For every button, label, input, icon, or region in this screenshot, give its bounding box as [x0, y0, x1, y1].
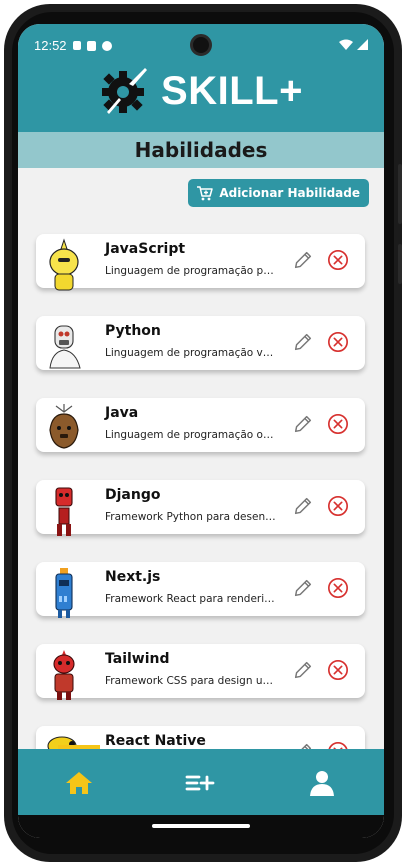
skill-card[interactable]: Java Linguagem de programação orientada … [36, 398, 365, 452]
page-title-bar: Habilidades [18, 132, 384, 168]
signal-icon [357, 39, 368, 50]
skill-description: Framework Python para desenvolvimento we… [105, 511, 277, 523]
volume-button [398, 164, 402, 224]
pencil-icon[interactable] [292, 495, 314, 517]
add-skill-button[interactable]: Adicionar Habilidade [188, 179, 369, 207]
robot-avatar [42, 320, 86, 374]
delete-icon[interactable] [327, 331, 349, 353]
delete-icon[interactable] [327, 577, 349, 599]
skill-description: Linguagem de programação versátil e pode… [105, 347, 277, 359]
skill-description: Framework React para renderização no ser… [105, 593, 277, 605]
pencil-icon[interactable] [292, 659, 314, 681]
robot-avatar [42, 566, 86, 620]
robot-avatar [42, 484, 86, 538]
home-gesture-bar[interactable] [152, 824, 250, 828]
active-tab-indicator [58, 745, 100, 749]
pencil-icon[interactable] [292, 331, 314, 353]
pencil-icon[interactable] [292, 249, 314, 271]
status-bar: 12:52 [34, 38, 112, 53]
brand-text: SKILL+ [161, 68, 303, 113]
bottom-navigation [18, 745, 384, 815]
pencil-icon[interactable] [292, 413, 314, 435]
skill-name: Django [105, 487, 161, 503]
robot-avatar [42, 402, 86, 456]
gear-icon [102, 68, 148, 114]
page-title: Habilidades [134, 138, 268, 162]
delete-icon[interactable] [327, 495, 349, 517]
skill-name: Tailwind [105, 651, 170, 667]
status-time: 12:52 [34, 38, 67, 53]
skill-card[interactable]: Python Linguagem de programação versátil… [36, 316, 365, 370]
brand-logo: SKILL+ [18, 64, 384, 118]
delete-icon[interactable] [327, 413, 349, 435]
home-icon[interactable] [63, 769, 95, 797]
skill-description: Framework CSS para design utilitário [105, 675, 277, 687]
delete-icon[interactable] [327, 741, 349, 749]
skill-description: Linguagem de programação orientada a obj… [105, 429, 277, 441]
wifi-icon [339, 39, 353, 50]
skill-card[interactable]: JavaScript Linguagem de programação para… [36, 234, 365, 291]
robot-avatar [42, 648, 86, 702]
system-icons [339, 39, 368, 50]
pencil-icon[interactable] [292, 741, 314, 749]
skill-card[interactable]: Next.js Framework React para renderizaçã… [36, 562, 365, 618]
power-button [398, 244, 402, 284]
skill-name: React Native [105, 733, 206, 749]
skill-description: Linguagem de programação para web dinâmi… [105, 265, 277, 277]
pencil-icon[interactable] [292, 577, 314, 599]
gesture-area [18, 815, 384, 838]
user-icon[interactable] [306, 769, 338, 797]
skill-card[interactable]: Django Framework Python para desenvolvim… [36, 480, 365, 536]
add-list-icon[interactable] [184, 769, 216, 797]
app-notification-icon [101, 40, 112, 51]
robot-avatar [42, 238, 86, 292]
skill-name: JavaScript [105, 241, 186, 257]
app-screen: JavaScript Linguagem de programação para… [18, 24, 384, 838]
front-camera [190, 34, 212, 56]
add-skill-label: Adicionar Habilidade [219, 186, 360, 200]
skill-name: Python [105, 323, 161, 339]
delete-icon[interactable] [327, 659, 349, 681]
delete-icon[interactable] [327, 249, 349, 271]
skill-name: Java [105, 405, 139, 421]
download-icon [72, 41, 81, 50]
cart-plus-icon [197, 186, 214, 201]
app-header: 12:52 SKILL+ [18, 24, 384, 132]
sd-card-icon [86, 40, 96, 51]
skill-name: Next.js [105, 569, 161, 585]
skill-card[interactable]: Tailwind Framework CSS para design utili… [36, 644, 365, 700]
